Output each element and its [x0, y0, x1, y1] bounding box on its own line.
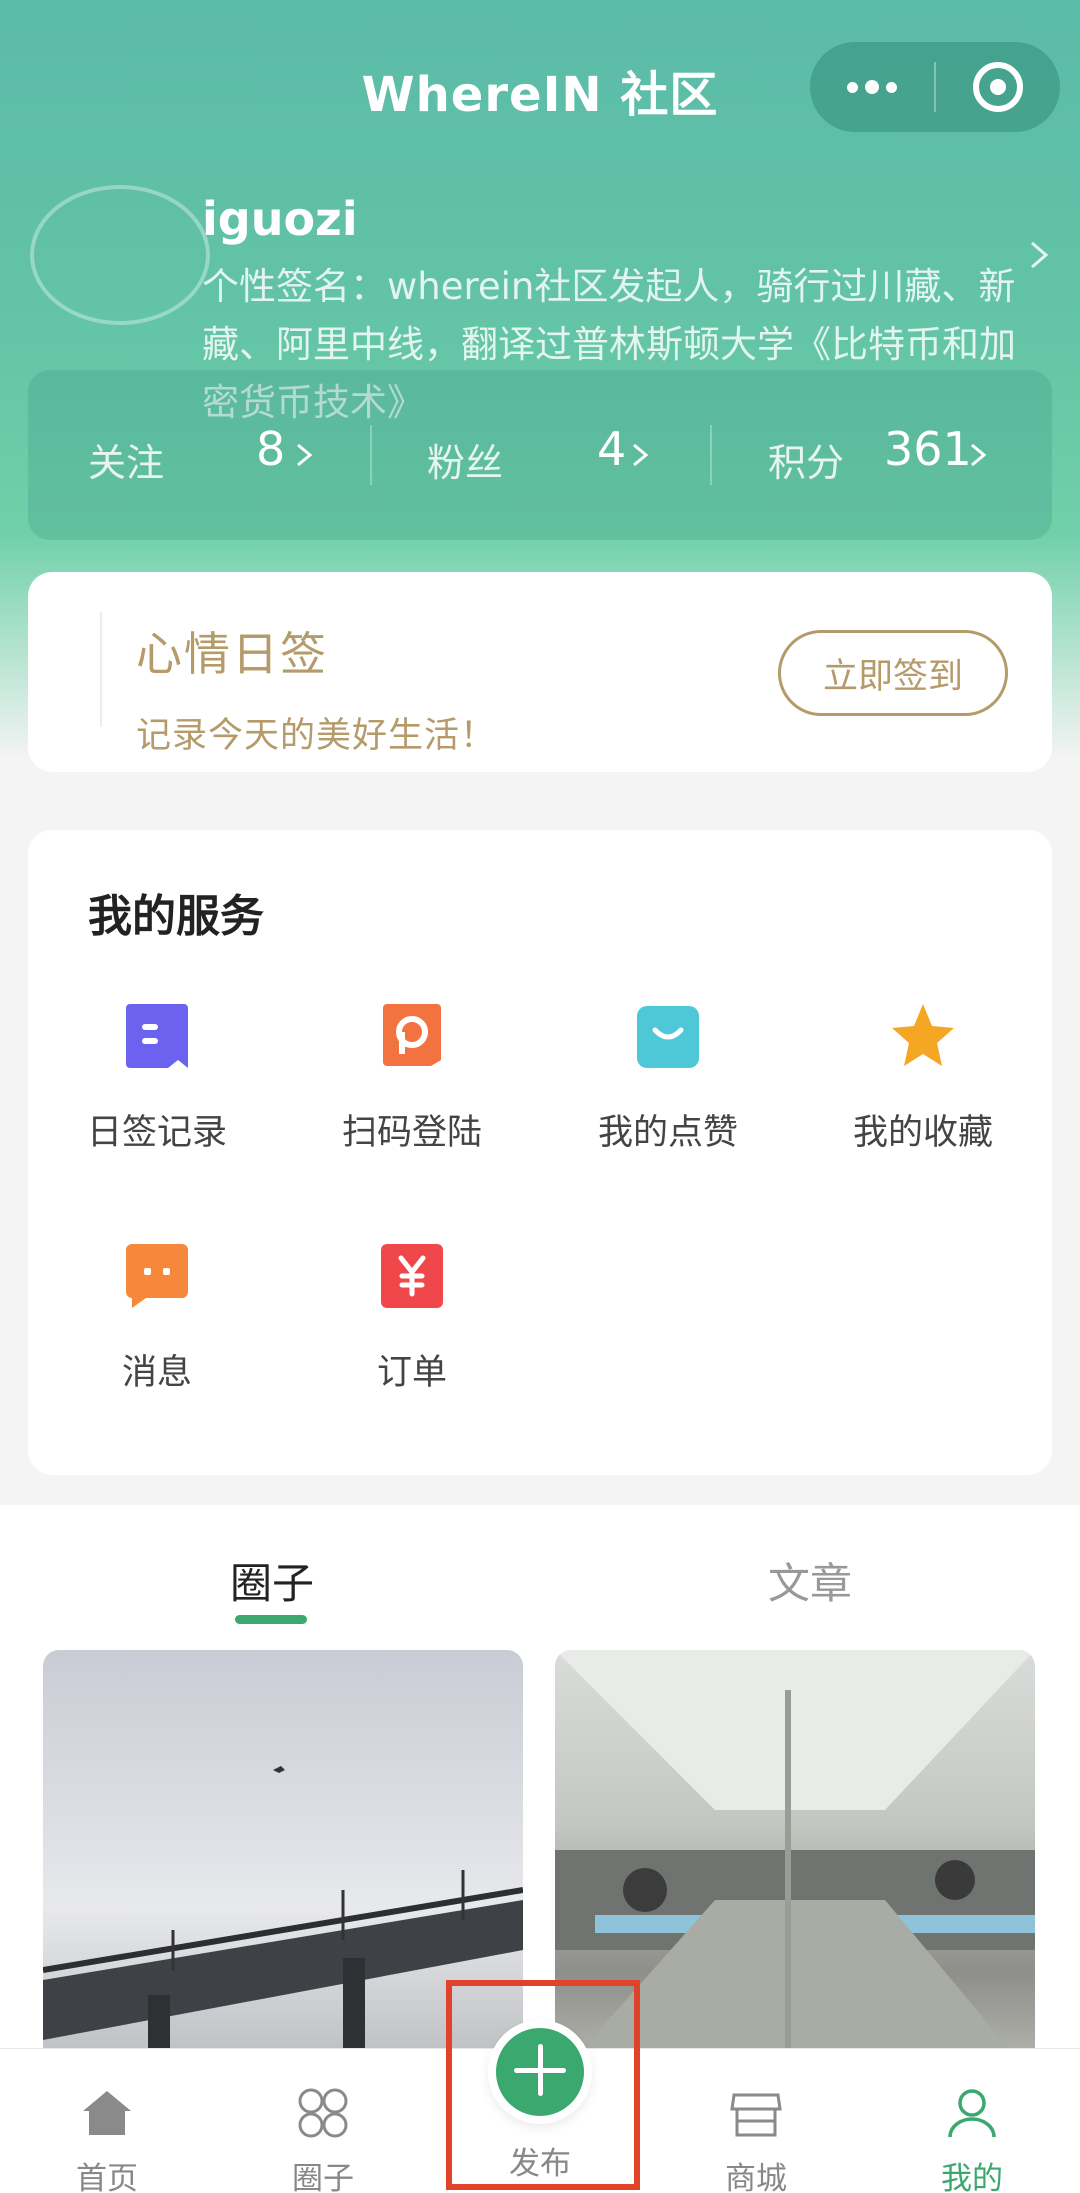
checkin-record-icon	[126, 1004, 188, 1068]
active-tab-indicator	[235, 1615, 307, 1624]
tabbar-label: 商城	[725, 2161, 787, 2193]
tab-articles[interactable]: 文章	[768, 1550, 852, 1611]
checkin-divider	[100, 612, 102, 727]
service-label: 我的收藏	[852, 1113, 993, 1153]
tabbar-store[interactable]: 商城	[686, 2085, 826, 2193]
services-title: 我的服务	[88, 891, 264, 942]
stat-following-label: 关注	[88, 441, 165, 485]
checkin-title: 心情日签	[136, 627, 328, 681]
avatar[interactable]	[30, 185, 210, 325]
tabbar-label: 我的	[941, 2161, 1003, 2193]
service-messages[interactable]: 消息	[42, 1240, 272, 1395]
stat-divider	[370, 425, 372, 485]
service-label: 扫码登陆	[341, 1113, 482, 1153]
more-dots-icon	[847, 80, 897, 94]
checkin-button[interactable]: 立即签到	[778, 630, 1008, 716]
tabbar-mine[interactable]: 我的	[902, 2085, 1042, 2193]
stat-fans-label: 粉丝	[427, 441, 504, 485]
service-label: 日签记录	[86, 1113, 227, 1153]
like-bag-icon	[637, 1006, 699, 1068]
tabbar-label: 圈子	[292, 2161, 354, 2193]
home-icon	[83, 2091, 131, 2135]
order-yen-icon	[381, 1244, 443, 1308]
store-icon	[730, 2093, 782, 2137]
chevron-right-icon	[971, 443, 987, 467]
chevron-right-icon[interactable]	[1020, 235, 1060, 275]
chevron-right-icon	[297, 443, 313, 467]
stat-divider	[710, 425, 712, 485]
user-icon	[948, 2089, 996, 2138]
service-label: 消息	[121, 1353, 192, 1393]
more-button[interactable]	[810, 42, 934, 132]
service-my-favorites[interactable]: 我的收藏	[808, 1000, 1038, 1155]
service-orders[interactable]: 订单	[297, 1240, 527, 1395]
stat-fans-value[interactable]: 4	[597, 422, 626, 476]
stat-following-value[interactable]: 8	[256, 422, 285, 476]
username: iguozi	[202, 192, 358, 246]
tabbar-home[interactable]: 首页	[37, 2085, 177, 2193]
publish-highlight-box	[446, 1980, 640, 2190]
stat-points-value[interactable]: 361	[884, 422, 972, 476]
service-label: 我的点赞	[597, 1113, 738, 1153]
service-checkin-record[interactable]: 日签记录	[42, 1000, 272, 1155]
message-icon	[126, 1244, 188, 1308]
service-my-likes[interactable]: 我的点赞	[553, 1000, 783, 1155]
chevron-right-icon	[633, 443, 649, 467]
circles-icon	[298, 2088, 348, 2138]
service-scan-login[interactable]: 扫码登陆	[297, 1000, 527, 1155]
star-icon	[892, 1004, 954, 1066]
tabbar-circles[interactable]: 圈子	[253, 2085, 393, 2193]
target-icon	[973, 62, 1023, 112]
close-button[interactable]	[936, 42, 1060, 132]
scan-login-icon	[383, 1004, 441, 1066]
tab-circles[interactable]: 圈子	[230, 1550, 314, 1611]
stat-points-label: 积分	[768, 441, 845, 485]
service-label: 订单	[376, 1353, 447, 1393]
mini-program-capsule	[810, 42, 1060, 132]
checkin-subtitle: 记录今天的美好生活！	[136, 716, 497, 756]
tabbar-label: 首页	[76, 2161, 138, 2193]
